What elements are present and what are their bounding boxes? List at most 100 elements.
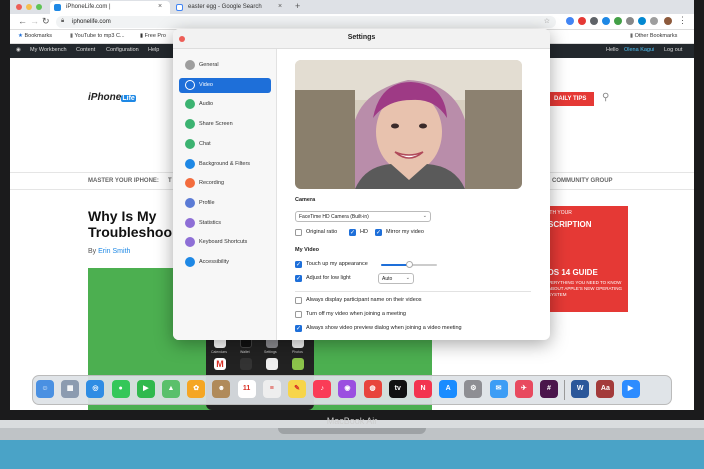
sidebar-item-label: Video: [199, 81, 213, 88]
bookmark-item[interactable]: ★ Bookmarks: [18, 33, 52, 39]
launchpad-icon[interactable]: ▦: [61, 380, 80, 398]
extension-icon[interactable]: [602, 17, 610, 25]
sidebar-item-chat[interactable]: Chat: [179, 137, 271, 152]
appstore-icon[interactable]: A: [439, 380, 458, 398]
bookmark-item[interactable]: ▮ Free Pro: [140, 33, 166, 39]
window-minimize-dot[interactable]: [26, 4, 32, 10]
touch-up-slider[interactable]: [381, 261, 437, 268]
music-icon[interactable]: ♪: [313, 380, 332, 398]
messages-icon[interactable]: ●: [111, 380, 130, 398]
dictionary-icon[interactable]: Aa: [596, 380, 615, 398]
admin-greeting: Hello: [606, 47, 619, 53]
sidebar-item-share-screen[interactable]: Share Screen: [179, 117, 271, 132]
original-ratio-checkbox[interactable]: [295, 229, 302, 236]
extension-icon[interactable]: [578, 17, 586, 25]
sidebar-item-recording[interactable]: Recording: [179, 176, 271, 191]
admin-home-icon[interactable]: ◉: [16, 47, 21, 53]
address-bar[interactable]: 🔒︎ iphonelife.com ☆: [56, 16, 556, 28]
subscription-ad[interactable]: ITH YOUR SCRIPTION DS 14 GUIDE VERYTHING…: [546, 206, 628, 312]
sidebar-item-audio[interactable]: Audio: [179, 97, 271, 112]
admin-menu-item[interactable]: My Workbench: [30, 47, 67, 53]
low-light-select[interactable]: Auto ⌄: [378, 273, 414, 284]
low-light-checkbox[interactable]: ✓: [295, 275, 302, 282]
airmail-icon[interactable]: ✈: [514, 380, 533, 398]
mirror-video-checkbox[interactable]: ✓: [375, 229, 382, 236]
extension-icon[interactable]: [614, 17, 622, 25]
extension-icon[interactable]: [638, 17, 646, 25]
sidebar-item-accessibility[interactable]: Accessibility: [179, 255, 271, 270]
sidebar-item-background-filters[interactable]: Background & Filters: [179, 157, 271, 172]
zoom-icon[interactable]: ▶: [621, 380, 640, 398]
star-icon[interactable]: ☆: [544, 17, 550, 25]
extension-icon[interactable]: [590, 17, 598, 25]
appletv-icon[interactable]: tv: [388, 380, 407, 398]
logout-link[interactable]: Log out: [664, 47, 682, 53]
contacts-icon[interactable]: ☻: [212, 380, 231, 398]
news-icon[interactable]: N: [414, 380, 432, 398]
new-tab-button[interactable]: +: [295, 1, 300, 11]
hd-checkbox[interactable]: ✓: [349, 229, 356, 236]
site-nav-label: MASTER YOUR IPHONE:: [88, 178, 159, 184]
tab-close-icon[interactable]: ×: [158, 3, 162, 10]
puzzle-icon[interactable]: [650, 17, 658, 25]
other-bookmarks[interactable]: ▮ Other Bookmarks: [630, 33, 677, 39]
camera-select[interactable]: FaceTime HD Camera (Built-in) ⌄: [295, 211, 431, 222]
original-ratio-label: Original ratio: [306, 229, 338, 235]
bookmarks-star-icon: ★: [18, 33, 23, 39]
reload-icon[interactable]: ↻: [42, 16, 50, 27]
daily-tips-button[interactable]: DAILY TIPS: [550, 92, 594, 106]
app-icon: [292, 358, 304, 370]
photos-icon[interactable]: ✿: [187, 380, 206, 398]
facetime-icon[interactable]: ▶: [136, 380, 155, 398]
admin-menu-item[interactable]: Configuration: [106, 47, 139, 53]
finder-icon[interactable]: ☺: [36, 380, 54, 398]
back-arrow-icon[interactable]: ←: [18, 16, 27, 26]
admin-menu-item[interactable]: Content: [76, 47, 95, 53]
ad-line: VERYTHING YOU NEED TO KNOW ABOUT APPLE'S…: [548, 280, 622, 297]
slack-icon[interactable]: #: [540, 380, 558, 398]
browser-tab-bar: iPhoneLife.com | × easter egg - Google S…: [10, 0, 694, 14]
tab-close-icon[interactable]: ×: [278, 3, 282, 10]
ad-line: DS 14 GUIDE: [548, 268, 598, 277]
system-preferences-icon[interactable]: ⚙: [464, 380, 483, 398]
safari-icon[interactable]: ◎: [86, 380, 105, 398]
touch-up-slider-knob[interactable]: [406, 261, 413, 268]
calendar-icon[interactable]: 11: [237, 380, 256, 398]
laptop-notch: [278, 428, 426, 434]
site-logo[interactable]: iPhoneLife: [88, 92, 136, 103]
notes-icon[interactable]: ✎: [288, 380, 306, 398]
admin-user-link[interactable]: Olena Kagui: [624, 47, 654, 53]
display-names-label: Always display participant name on their…: [306, 297, 422, 303]
author-link[interactable]: Erin Smith: [98, 248, 130, 255]
display-names-checkbox[interactable]: [295, 297, 302, 304]
chrome-icon[interactable]: ◍: [363, 380, 382, 398]
site-nav-item[interactable]: COMMUNITY GROUP: [552, 178, 613, 184]
sidebar-item-video[interactable]: Video: [179, 77, 271, 93]
video-preview-dialog-checkbox[interactable]: ✓: [295, 325, 302, 332]
forward-arrow-icon[interactable]: →: [30, 16, 39, 26]
admin-menu-item[interactable]: Help: [148, 47, 159, 53]
podcasts-icon[interactable]: ◉: [338, 380, 357, 398]
bookmark-item[interactable]: ▮ YouTube to mp3 C...: [70, 33, 125, 39]
mail-icon[interactable]: ✉: [489, 380, 508, 398]
maps-icon[interactable]: ▲: [162, 380, 180, 398]
avatar[interactable]: [664, 17, 672, 25]
reminders-icon[interactable]: ≡: [262, 380, 281, 398]
browser-tab-iphonelife[interactable]: iPhoneLife.com | ×: [50, 1, 170, 14]
sidebar-item-statistics[interactable]: Statistics: [179, 216, 271, 231]
touch-up-checkbox[interactable]: ✓: [295, 261, 302, 268]
extension-icon[interactable]: [566, 17, 574, 25]
extension-icon[interactable]: [626, 17, 634, 25]
site-nav-item[interactable]: T: [168, 178, 172, 184]
byline-prefix: By: [88, 248, 97, 255]
sidebar-item-keyboard-shortcuts[interactable]: Keyboard Shortcuts: [179, 235, 271, 250]
site-search-icon[interactable]: ⚲: [602, 92, 609, 103]
browser-tab-google[interactable]: easter egg - Google Search ×: [172, 1, 290, 14]
window-close-dot[interactable]: [16, 4, 22, 10]
sidebar-item-profile[interactable]: Profile: [179, 196, 271, 211]
sidebar-item-general[interactable]: General: [179, 58, 271, 73]
window-zoom-dot[interactable]: [36, 4, 42, 10]
turn-off-video-checkbox[interactable]: [295, 311, 302, 318]
word-icon[interactable]: W: [571, 380, 590, 398]
more-menu-icon[interactable]: ⋮: [678, 15, 687, 26]
